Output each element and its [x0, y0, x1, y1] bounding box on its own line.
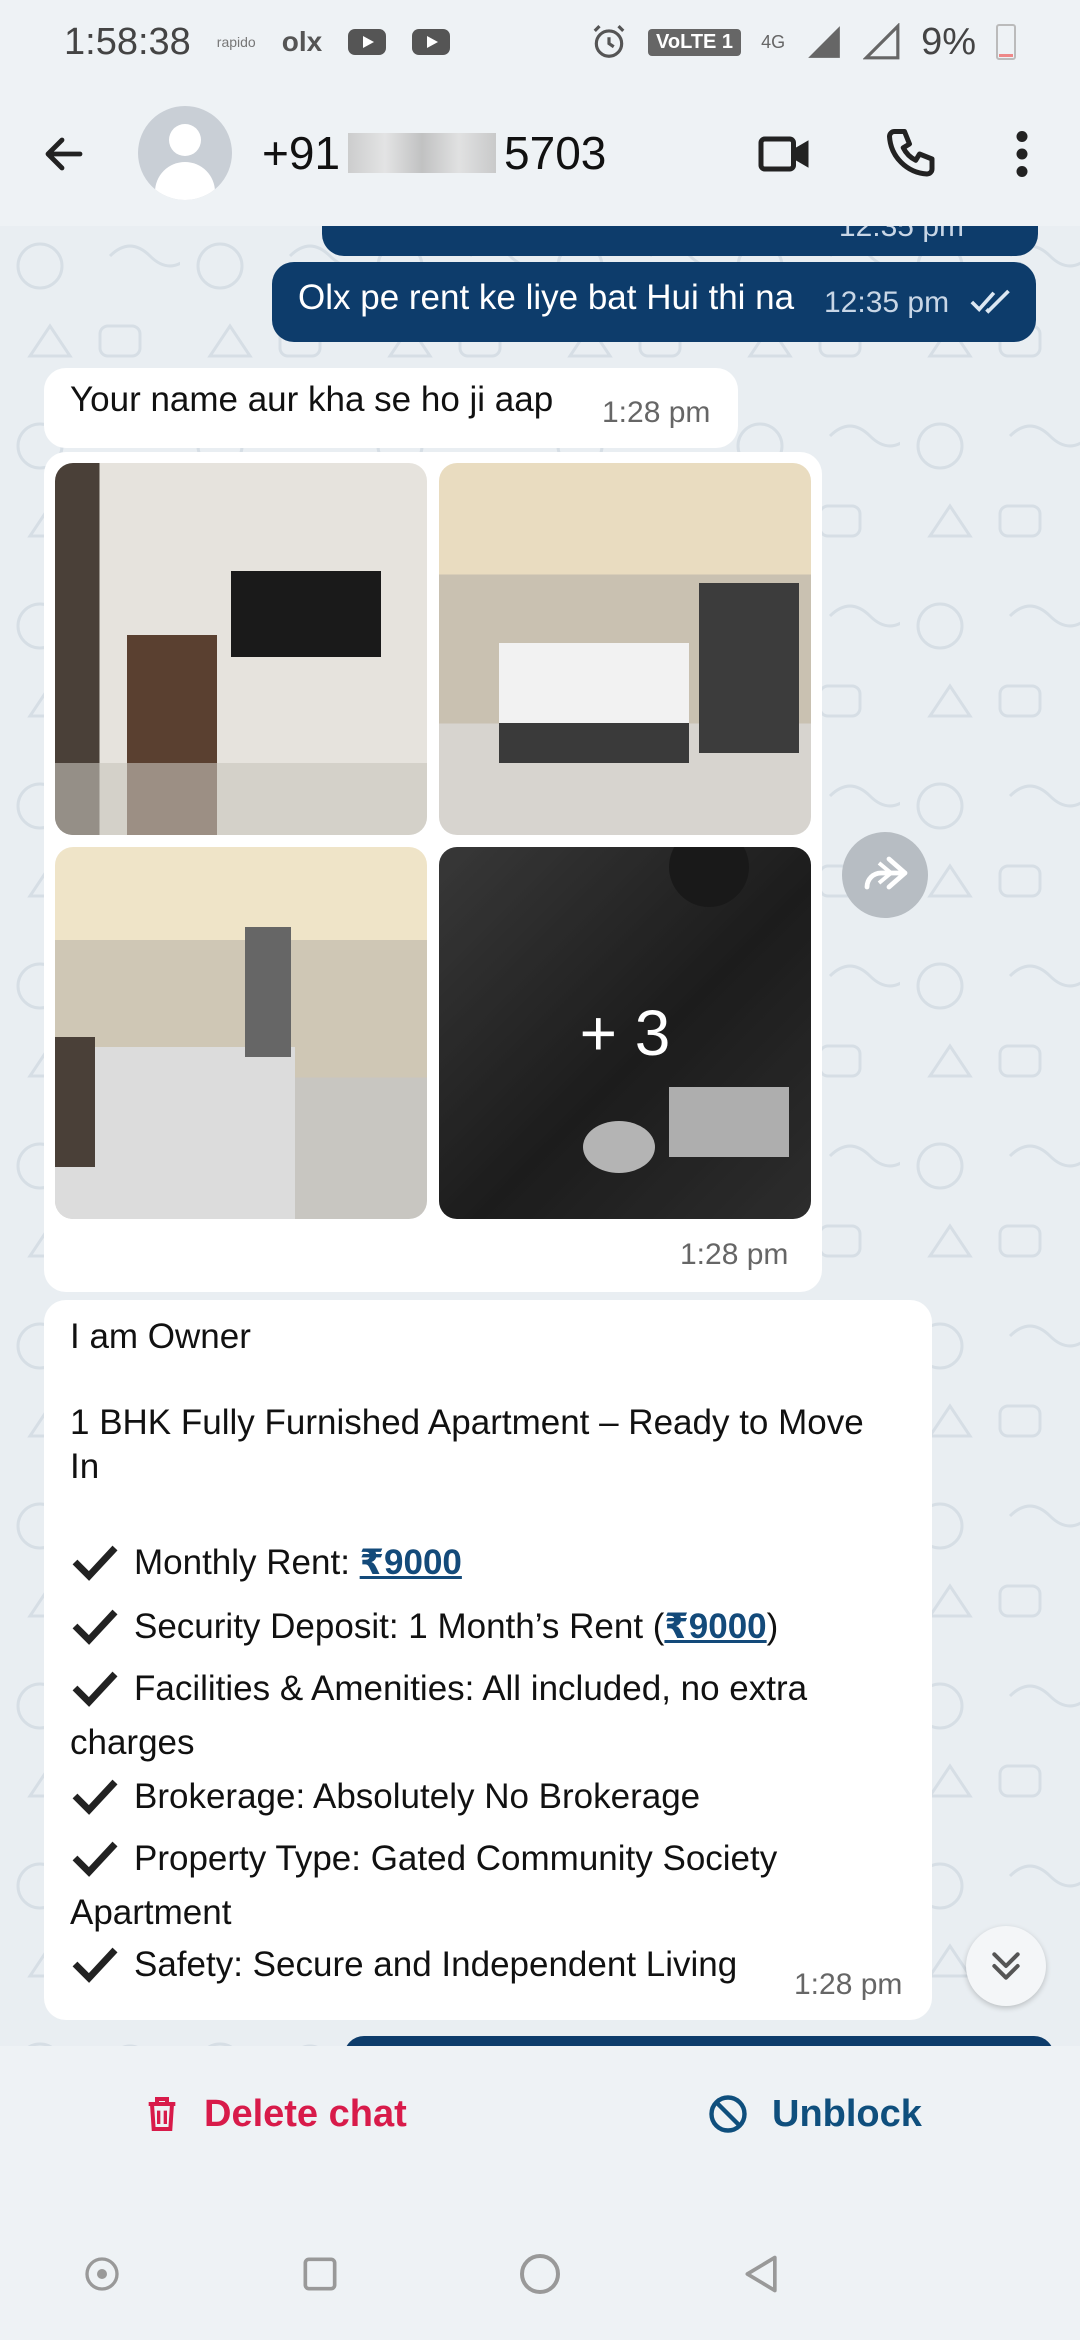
unblock-button[interactable]: Unblock	[706, 2092, 922, 2136]
number-suffix: 5703	[504, 127, 607, 179]
deposit-line: Security Deposit: 1 Month’s Rent (₹9000)	[70, 1600, 778, 1654]
message-time: 1:28 pm	[680, 1238, 789, 1271]
property-cont: Apartment	[70, 1893, 232, 1932]
facilities-text: Facilities & Amenities: All included, no…	[134, 1669, 808, 1708]
voice-call-icon[interactable]	[882, 124, 942, 184]
message-time: 12:35 pm	[838, 226, 964, 243]
outgoing-message-next[interactable]	[344, 2036, 1054, 2046]
property-line: Property Type: Gated Community Society	[70, 1832, 777, 1886]
photo-bedroom[interactable]	[439, 463, 811, 835]
check-icon	[72, 1841, 118, 1877]
youtube-notification-icon-2	[412, 29, 451, 55]
number-prefix: +91	[262, 127, 341, 179]
check-icon	[72, 1609, 118, 1645]
back-arrow-icon[interactable]	[40, 130, 88, 178]
network-type: 4G	[761, 31, 786, 52]
more-options-icon[interactable]	[1000, 124, 1044, 184]
video-call-icon[interactable]	[756, 124, 816, 184]
photo-album-message[interactable]: + 3 1:28 pm	[44, 452, 822, 1292]
trash-icon	[148, 2097, 176, 2131]
title-line-cont: In	[70, 1447, 100, 1486]
incoming-message-listing[interactable]: I am Owner 1 BHK Fully Furnished Apartme…	[44, 1300, 932, 2020]
delete-chat-button[interactable]: Delete chat	[142, 2092, 407, 2136]
chat-header: +91 5703	[0, 84, 1080, 226]
blocked-actions-bar: Delete chat Unblock	[0, 2046, 1080, 2198]
read-receipt-icon	[970, 289, 1010, 314]
check-icon	[72, 1671, 118, 1707]
outgoing-message-partial[interactable]: 12:35 pm	[322, 226, 1038, 256]
signal-icon	[808, 26, 840, 58]
rent-label: Monthly Rent:	[134, 1543, 360, 1582]
rent-line: Monthly Rent: ₹9000	[70, 1536, 462, 1590]
assistant-nav-icon[interactable]	[82, 2254, 122, 2294]
forward-button[interactable]	[842, 832, 928, 918]
photo-bedroom-2[interactable]	[55, 847, 427, 1219]
deposit-label: Security Deposit: 1 Month’s Rent (	[134, 1607, 665, 1646]
check-icon	[72, 1779, 118, 1815]
facilities-line: Facilities & Amenities: All included, no…	[70, 1662, 807, 1716]
message-text: Olx pe rent ke liye bat Hui thi na	[298, 278, 795, 317]
chat-area[interactable]: 12:35 pm Olx pe rent ke liye bat Hui thi…	[0, 226, 1080, 2046]
status-bar: 1:58:38 rapido olx VoLTE 1 4G 9%	[0, 0, 1080, 84]
message-time: 12:35 pm	[824, 286, 950, 319]
owner-line: I am Owner	[70, 1317, 251, 1356]
check-icon	[72, 1947, 118, 1983]
forward-icon	[864, 856, 908, 890]
photo-tv-room[interactable]	[55, 463, 427, 835]
safety-line: Safety: Secure and Independent Living	[70, 1938, 737, 1992]
double-chevron-down-icon	[992, 1952, 1020, 1980]
avatar[interactable]	[138, 106, 232, 200]
message-time: 1:28 pm	[602, 396, 711, 429]
outgoing-message[interactable]: Olx pe rent ke liye bat Hui thi na 12:35…	[272, 262, 1036, 342]
volte-badge: VoLTE 1	[648, 28, 742, 56]
scroll-to-bottom-button[interactable]	[966, 1926, 1046, 2006]
brokerage-line: Brokerage: Absolutely No Brokerage	[70, 1770, 700, 1824]
check-icon	[72, 1545, 118, 1581]
delete-chat-label: Delete chat	[204, 2092, 407, 2135]
brokerage-text: Brokerage: Absolutely No Brokerage	[134, 1777, 701, 1816]
more-photos-count: + 3	[439, 847, 811, 1219]
deposit-value-link[interactable]: ₹9000	[664, 1607, 766, 1646]
facilities-cont: charges	[70, 1723, 195, 1762]
back-nav-icon[interactable]	[740, 2252, 784, 2296]
home-nav-icon[interactable]	[516, 2250, 564, 2298]
recents-nav-icon[interactable]	[298, 2252, 342, 2296]
system-navigation-bar	[0, 2198, 1080, 2340]
message-time: 1:28 pm	[794, 1968, 903, 2001]
block-icon	[709, 2095, 747, 2133]
deposit-close: )	[766, 1607, 779, 1646]
contact-number[interactable]: +91 5703	[262, 126, 606, 180]
battery-icon	[996, 24, 1016, 60]
rent-value-link[interactable]: ₹9000	[360, 1543, 462, 1582]
incoming-message[interactable]: Your name aur kha se ho ji aap 1:28 pm	[44, 368, 738, 448]
olx-notification-icon: olx	[281, 26, 323, 57]
rapido-notification-icon: rapido	[216, 34, 256, 50]
safety-text: Safety: Secure and Independent Living	[134, 1945, 738, 1984]
message-text: Your name aur kha se ho ji aap	[70, 380, 554, 419]
alarm-icon	[593, 25, 625, 58]
unblock-label: Unblock	[772, 2092, 922, 2135]
redacted-number	[348, 133, 497, 173]
signal-icon-2	[863, 23, 900, 60]
status-time: 1:58:38	[64, 20, 191, 63]
youtube-notification-icon	[348, 29, 387, 55]
property-text: Property Type: Gated Community Society	[134, 1839, 778, 1878]
battery-percent: 9%	[921, 20, 976, 63]
title-line: 1 BHK Fully Furnished Apartment – Ready …	[70, 1403, 864, 1442]
photo-bathroom[interactable]: + 3	[439, 847, 811, 1219]
